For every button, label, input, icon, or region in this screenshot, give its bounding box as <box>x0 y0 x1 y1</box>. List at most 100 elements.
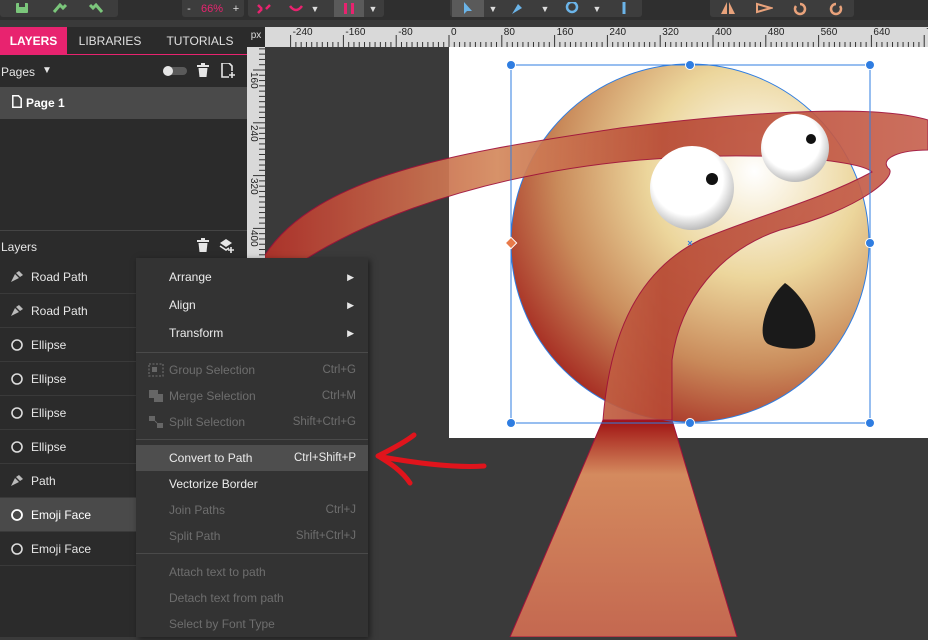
ruler-tick-label: -240 <box>292 27 313 38</box>
tab-libraries[interactable]: LIBRARIES <box>67 27 153 55</box>
handle-top-right <box>865 60 875 70</box>
layer-item-ellipse[interactable]: Ellipse <box>0 430 136 464</box>
handle-middle-right <box>865 238 875 248</box>
layer-label: Emoji Face <box>31 541 92 556</box>
panel-tabs: LAYERS LIBRARIES TUTORIALS <box>0 27 247 55</box>
ruler-tick-label: 320 <box>248 177 259 195</box>
layer-label: Ellipse <box>31 337 67 352</box>
left-eye <box>650 146 734 230</box>
menu-item-label: Merge Selection <box>169 389 256 403</box>
ruler-tick-label: 80 <box>503 27 515 38</box>
menu-divider <box>136 352 368 353</box>
ellipse-icon <box>10 338 24 351</box>
pen-path-icon <box>10 270 24 283</box>
layer-label: Ellipse <box>31 439 67 454</box>
layer-item-emoji-face-selected[interactable]: Emoji Face <box>0 498 136 532</box>
ruler-tick-label: 240 <box>609 27 627 38</box>
pen-path-icon <box>10 474 24 487</box>
chevron-right-icon: ▶ <box>347 327 354 338</box>
menu-item-vectorize-border[interactable]: Vectorize Border <box>136 471 368 497</box>
handle-bottom-right <box>865 418 875 428</box>
add-layer-icon[interactable] <box>219 238 235 256</box>
menu-item-label: Vectorize Border <box>169 477 258 491</box>
menu-item-label: Split Path <box>169 529 221 543</box>
handle-top-center <box>685 60 695 70</box>
menu-item-label: Align <box>169 298 196 312</box>
menu-item-transform[interactable]: Transform ▶ <box>136 320 368 346</box>
pages-toggle-switch[interactable] <box>162 65 188 80</box>
layer-label: Ellipse <box>31 405 67 420</box>
menu-item-shortcut: Shift+Ctrl+J <box>295 530 356 542</box>
layer-label: Road Path <box>31 303 88 318</box>
add-page-icon[interactable] <box>221 62 235 81</box>
page-item[interactable]: Page 1 <box>0 87 247 119</box>
menu-item-shortcut: Ctrl+J <box>325 504 356 516</box>
ellipse-icon <box>10 508 24 521</box>
left-pupil <box>706 173 718 185</box>
ruler-unit: px <box>250 30 262 41</box>
context-menu: Arrange ▶ Align ▶ Transform ▶ Group Sele… <box>136 258 368 637</box>
menu-item-align[interactable]: Align ▶ <box>136 292 368 318</box>
menu-item-merge-selection[interactable]: Merge Selection Ctrl+M <box>136 383 368 409</box>
pages-header-label: Pages <box>1 65 36 79</box>
layer-item-road-path[interactable]: Road Path <box>0 294 136 328</box>
ellipse-icon <box>10 406 24 419</box>
handle-bottom-left <box>506 418 516 428</box>
layer-label: Path <box>31 473 56 488</box>
menu-item-label: Attach text to path <box>169 565 266 579</box>
layer-item-path[interactable]: Path <box>0 464 136 498</box>
ellipse-icon <box>10 440 24 453</box>
ruler-corner: px <box>247 27 265 47</box>
ruler-tick-label: 0 <box>451 27 457 38</box>
tab-layers[interactable]: LAYERS <box>0 27 67 55</box>
merge-icon <box>148 389 164 406</box>
menu-item-split-selection[interactable]: Split Selection Shift+Ctrl+G <box>136 409 368 435</box>
chevron-right-icon: ▶ <box>347 299 354 310</box>
menu-item-select-by-font-type[interactable]: Select by Font Type <box>136 611 368 637</box>
ruler-tick-label: 560 <box>820 27 838 38</box>
menu-item-label: Arrange <box>169 270 212 284</box>
menu-item-label: Select by Font Type <box>169 617 275 631</box>
ellipse-icon <box>10 372 24 385</box>
chevron-down-icon[interactable]: ▼ <box>42 65 52 76</box>
menu-item-join-paths[interactable]: Join Paths Ctrl+J <box>136 497 368 523</box>
trash-icon[interactable] <box>196 63 210 81</box>
menu-item-convert-to-path[interactable]: Convert to Path Ctrl+Shift+P <box>136 445 368 471</box>
menu-item-detach-text-from-path[interactable]: Detach text from path <box>136 585 368 611</box>
ruler-tick-label: 640 <box>873 27 891 38</box>
ruler-tick-label: 480 <box>767 27 785 38</box>
menu-divider <box>136 439 368 440</box>
layer-item-road-path[interactable]: Road Path <box>0 260 136 294</box>
menu-item-label: Convert to Path <box>169 451 253 465</box>
menu-item-label: Detach text from path <box>169 591 284 605</box>
layer-label: Emoji Face <box>31 507 92 522</box>
handle-top-left <box>506 60 516 70</box>
ruler-tick-label: 160 <box>248 72 259 89</box>
split-icon <box>148 415 164 432</box>
layer-item-ellipse[interactable]: Ellipse <box>0 362 136 396</box>
page-item-label: Page 1 <box>26 96 65 110</box>
menu-item-attach-text-to-path[interactable]: Attach text to path <box>136 559 368 585</box>
right-eye <box>761 114 829 182</box>
ruler-tick-label: 160 <box>556 27 574 38</box>
layer-item-ellipse[interactable]: Ellipse <box>0 396 136 430</box>
layer-item-emoji-face[interactable]: Emoji Face <box>0 532 136 566</box>
menu-item-arrange[interactable]: Arrange ▶ <box>136 264 368 290</box>
menu-item-shortcut: Ctrl+Shift+P <box>294 452 356 464</box>
ruler-top[interactable]: -240-160-80080160240320400480560640720 <box>265 27 928 47</box>
menu-item-label: Split Selection <box>169 415 246 429</box>
menu-item-group-selection[interactable]: Group Selection Ctrl+G <box>136 357 368 383</box>
ruler-tick-label: -160 <box>345 27 366 38</box>
menu-item-split-path[interactable]: Split Path Shift+Ctrl+J <box>136 523 368 549</box>
layer-item-ellipse[interactable]: Ellipse <box>0 328 136 362</box>
ellipse-icon <box>10 542 24 555</box>
page-icon <box>12 95 22 111</box>
ruler-tick-label: 240 <box>248 124 259 142</box>
annotation-arrow-icon <box>375 432 487 486</box>
handle-bottom-center <box>685 418 695 428</box>
menu-divider <box>136 553 368 554</box>
pages-header: Pages ▼ <box>0 55 247 87</box>
menu-item-label: Group Selection <box>169 363 256 377</box>
tab-tutorials[interactable]: TUTORIALS <box>153 27 247 55</box>
trash-icon[interactable] <box>196 238 210 256</box>
